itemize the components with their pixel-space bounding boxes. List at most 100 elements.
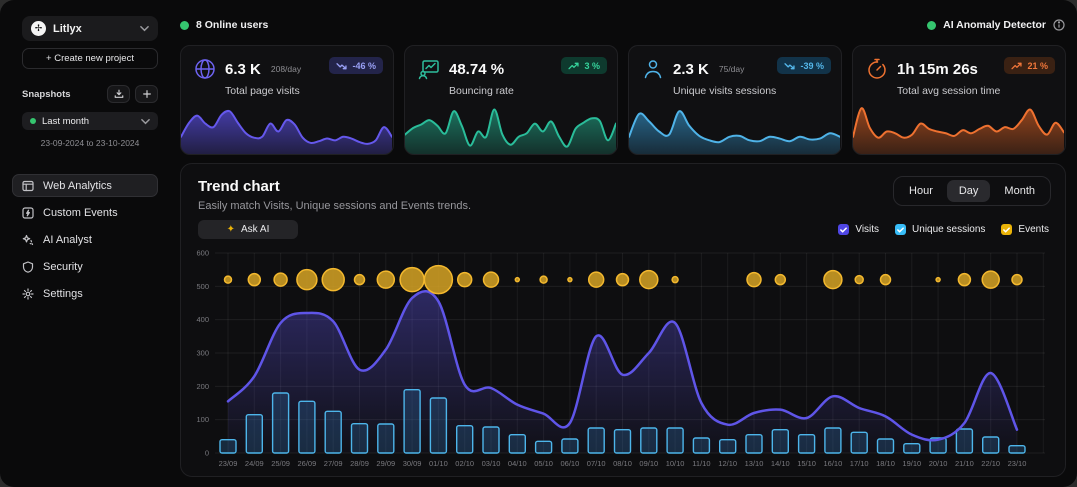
chevron-down-icon bbox=[141, 117, 150, 126]
svg-text:27/09: 27/09 bbox=[324, 459, 343, 468]
svg-text:500: 500 bbox=[196, 282, 209, 291]
svg-text:16/10: 16/10 bbox=[824, 459, 843, 468]
svg-text:24/09: 24/09 bbox=[245, 459, 264, 468]
sidebar-item-label: Web Analytics bbox=[43, 180, 112, 192]
legend-visits[interactable]: Visits bbox=[838, 224, 879, 235]
range-segmented-control: Hour Day Month bbox=[893, 176, 1051, 206]
sidebar-item-label: Custom Events bbox=[43, 207, 118, 219]
range-day-button[interactable]: Day bbox=[947, 180, 991, 202]
svg-text:01/10: 01/10 bbox=[429, 459, 448, 468]
svg-text:18/10: 18/10 bbox=[876, 459, 895, 468]
project-name: Litlyx bbox=[53, 23, 133, 35]
svg-text:0: 0 bbox=[205, 449, 209, 458]
svg-text:10/10: 10/10 bbox=[666, 459, 685, 468]
sidebar-item-web-analytics[interactable]: Web Analytics bbox=[12, 174, 158, 197]
range-month-button[interactable]: Month bbox=[992, 180, 1047, 202]
snapshot-date-range: 23-09-2024 to 23-10-2024 bbox=[22, 138, 158, 148]
person-icon bbox=[641, 57, 665, 81]
card-per-day: 208/day bbox=[271, 64, 301, 74]
range-hour-button[interactable]: Hour bbox=[897, 180, 945, 202]
trend-chart-title: Trend chart bbox=[198, 178, 280, 195]
plus-icon bbox=[142, 89, 152, 99]
project-selector[interactable]: ✢ Litlyx bbox=[22, 16, 158, 41]
sidebar-item-security[interactable]: Security bbox=[12, 255, 158, 278]
checkbox-visits[interactable] bbox=[838, 224, 849, 235]
svg-text:19/10: 19/10 bbox=[902, 459, 921, 468]
checkbox-events[interactable] bbox=[1001, 224, 1012, 235]
timer-icon bbox=[865, 57, 889, 81]
svg-text:300: 300 bbox=[196, 349, 209, 358]
litlyx-logo-icon: ✢ bbox=[31, 21, 46, 36]
ask-ai-button[interactable]: ✦ Ask AI bbox=[198, 220, 298, 239]
svg-text:100: 100 bbox=[196, 415, 209, 424]
download-icon bbox=[114, 89, 124, 99]
svg-text:08/10: 08/10 bbox=[613, 459, 632, 468]
sidebar-item-ai-analyst[interactable]: AI Analyst bbox=[12, 228, 158, 251]
online-users-label: 8 Online users bbox=[196, 19, 268, 31]
main-content: 8 Online users AI Anomaly Detector 6.3 K… bbox=[170, 0, 1077, 487]
sparkline-chart bbox=[181, 102, 392, 154]
card-value: 6.3 K bbox=[225, 61, 261, 78]
legend-unique-sessions[interactable]: Unique sessions bbox=[895, 224, 985, 235]
trend-chart-panel: Trend chart Easily match Visits, Unique … bbox=[180, 163, 1066, 477]
stat-card-unique-visits[interactable]: 2.3 K 75/day Unique visits sessions -39 … bbox=[628, 45, 842, 155]
svg-text:400: 400 bbox=[196, 315, 209, 324]
add-snapshot-button[interactable] bbox=[135, 85, 158, 103]
svg-text:13/10: 13/10 bbox=[745, 459, 764, 468]
svg-text:05/10: 05/10 bbox=[534, 459, 553, 468]
sidebar-item-custom-events[interactable]: Custom Events bbox=[12, 201, 158, 224]
svg-text:600: 600 bbox=[196, 249, 209, 258]
info-icon[interactable] bbox=[1053, 19, 1065, 31]
stat-card-total-page-visits[interactable]: 6.3 K 208/day Total page visits -46 % bbox=[180, 45, 394, 155]
sparkline-chart bbox=[405, 102, 616, 154]
presentation-icon bbox=[417, 57, 441, 81]
browser-window-icon bbox=[22, 180, 34, 192]
topbar: 8 Online users AI Anomaly Detector bbox=[180, 14, 1065, 36]
svg-text:12/10: 12/10 bbox=[718, 459, 737, 468]
checkbox-unique-sessions[interactable] bbox=[895, 224, 906, 235]
sidebar-nav: Web Analytics Custom Events AI Analyst S… bbox=[12, 174, 158, 305]
svg-text:21/10: 21/10 bbox=[955, 459, 974, 468]
ai-anomaly-detector: AI Anomaly Detector bbox=[927, 19, 1065, 31]
legend-events[interactable]: Events bbox=[1001, 224, 1049, 235]
globe-icon bbox=[193, 57, 217, 81]
svg-text:28/09: 28/09 bbox=[350, 459, 369, 468]
snapshot-period-label: Last month bbox=[42, 116, 135, 127]
svg-text:25/09: 25/09 bbox=[271, 459, 290, 468]
stat-card-avg-session-time[interactable]: 1h 15m 26s Total avg session time 21 % bbox=[852, 45, 1066, 155]
download-snapshot-button[interactable] bbox=[107, 85, 130, 103]
svg-text:30/09: 30/09 bbox=[403, 459, 422, 468]
svg-text:14/10: 14/10 bbox=[771, 459, 790, 468]
snapshot-period-selector[interactable]: Last month bbox=[22, 112, 158, 130]
sidebar: ✢ Litlyx + Create new project Snapshots … bbox=[0, 0, 170, 487]
svg-text:29/09: 29/09 bbox=[376, 459, 395, 468]
sidebar-item-label: AI Analyst bbox=[43, 234, 92, 246]
svg-text:07/10: 07/10 bbox=[587, 459, 606, 468]
online-users: 8 Online users bbox=[180, 19, 268, 31]
card-per-day: 75/day bbox=[719, 64, 745, 74]
svg-text:23/10: 23/10 bbox=[1008, 459, 1027, 468]
app-window: ✢ Litlyx + Create new project Snapshots … bbox=[0, 0, 1077, 487]
sidebar-item-settings[interactable]: Settings bbox=[12, 282, 158, 305]
chevron-down-icon bbox=[140, 24, 149, 33]
trend-badge: -46 % bbox=[329, 57, 383, 74]
anomaly-label: AI Anomaly Detector bbox=[943, 19, 1046, 31]
card-value: 1h 15m 26s bbox=[897, 61, 978, 78]
svg-text:09/10: 09/10 bbox=[639, 459, 658, 468]
gear-icon bbox=[22, 288, 34, 300]
svg-text:15/10: 15/10 bbox=[797, 459, 816, 468]
snapshots-header: Snapshots bbox=[22, 85, 158, 103]
trend-badge: 3 % bbox=[561, 57, 607, 74]
trend-chart-svg: 010020030040050060023/0924/0925/0926/092… bbox=[189, 248, 1059, 472]
card-value: 48.74 % bbox=[449, 61, 504, 78]
create-new-project-button[interactable]: + Create new project bbox=[22, 48, 158, 69]
card-label: Unique visits sessions bbox=[673, 85, 831, 97]
trend-chart-area[interactable]: 010020030040050060023/0924/0925/0926/092… bbox=[189, 248, 1059, 477]
shield-icon bbox=[22, 261, 34, 273]
stat-card-bouncing-rate[interactable]: 48.74 % Bouncing rate 3 % bbox=[404, 45, 618, 155]
card-label: Total page visits bbox=[225, 85, 383, 97]
svg-text:23/09: 23/09 bbox=[219, 459, 238, 468]
svg-text:20/10: 20/10 bbox=[929, 459, 948, 468]
sparkles-icon: ✦ bbox=[227, 224, 235, 235]
svg-text:26/09: 26/09 bbox=[298, 459, 317, 468]
